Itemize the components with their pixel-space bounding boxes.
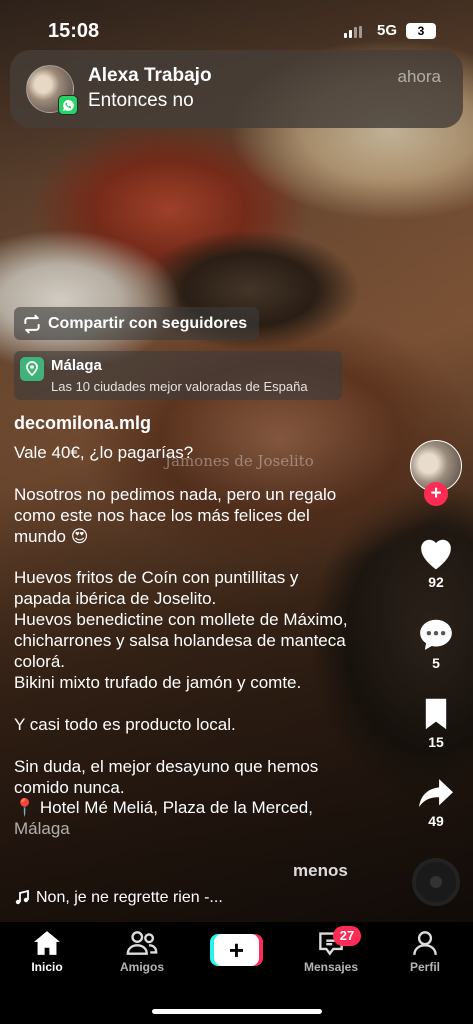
- notification-message: Entonces no: [88, 90, 194, 111]
- music-title: Non, je ne regrette rien -...: [36, 889, 223, 906]
- save-count: 15: [428, 734, 444, 750]
- show-less-button[interactable]: menos: [293, 861, 348, 881]
- follow-plus-button[interactable]: +: [424, 482, 448, 506]
- network-type: 5G: [377, 22, 398, 39]
- share-with-followers-label: Compartir con seguidores: [48, 314, 248, 332]
- comment-button[interactable]: 5: [406, 616, 466, 671]
- home-icon: [34, 931, 60, 955]
- nav-inbox-label: Mensajes: [303, 960, 359, 974]
- profile-icon: [413, 931, 437, 955]
- bookmark-icon: [425, 698, 447, 730]
- caption-faded-text: Málaga: [14, 819, 70, 839]
- post-username[interactable]: decomilona.mlg: [14, 413, 151, 434]
- location-pill[interactable]: Málaga Las 10 ciudades mejor valoradas d…: [14, 351, 342, 400]
- share-arrow-icon: [419, 779, 453, 807]
- nav-profile-label: Perfil: [409, 960, 440, 974]
- nav-home[interactable]: Inicio: [7, 930, 87, 974]
- notification-sender: Alexa Trabajo: [88, 65, 212, 86]
- caption-text: Vale 40€, ¿lo pagarías? Nosotros no pedi…: [14, 443, 348, 818]
- map-pin-icon: [20, 357, 44, 381]
- nav-profile[interactable]: Perfil: [385, 930, 465, 974]
- heart-icon: [421, 539, 451, 570]
- status-time: 15:08: [48, 20, 100, 42]
- music-track[interactable]: Non, je ne regrette rien -...: [14, 889, 223, 907]
- whatsapp-icon: [58, 95, 78, 115]
- nav-home-label: Inicio: [31, 960, 63, 974]
- status-bar: 15:08 5G 3: [0, 18, 473, 46]
- like-button[interactable]: 92: [406, 535, 466, 590]
- repost-icon: [24, 314, 40, 333]
- nav-friends-label: Amigos: [119, 960, 164, 974]
- location-name: Málaga: [51, 357, 102, 374]
- like-count: 92: [428, 574, 444, 590]
- inbox-badge: 27: [333, 926, 361, 946]
- music-note-icon: [15, 890, 29, 905]
- music-disc-icon[interactable]: [412, 858, 460, 906]
- share-count: 49: [428, 813, 444, 829]
- battery-icon: 3: [406, 23, 436, 39]
- save-button[interactable]: 15: [406, 697, 466, 750]
- plus-icon: +: [214, 934, 259, 966]
- create-button[interactable]: +: [210, 934, 263, 966]
- friends-icon: [126, 931, 158, 955]
- notification-time: ahora: [397, 67, 441, 86]
- comment-icon: [420, 619, 452, 650]
- share-button[interactable]: 49: [406, 776, 466, 829]
- post-caption[interactable]: Vale 40€, ¿lo pagarías? Nosotros no pedi…: [14, 443, 359, 840]
- comment-count: 5: [432, 655, 440, 671]
- location-subtitle: Las 10 ciudades mejor valoradas de Españ…: [51, 379, 308, 394]
- nav-friends[interactable]: Amigos: [102, 930, 182, 974]
- signal-icon: [344, 26, 362, 38]
- home-indicator: [152, 1009, 322, 1014]
- share-with-followers-button[interactable]: Compartir con seguidores: [14, 307, 260, 340]
- notification-banner[interactable]: Alexa Trabajo Entonces no ahora: [10, 50, 463, 128]
